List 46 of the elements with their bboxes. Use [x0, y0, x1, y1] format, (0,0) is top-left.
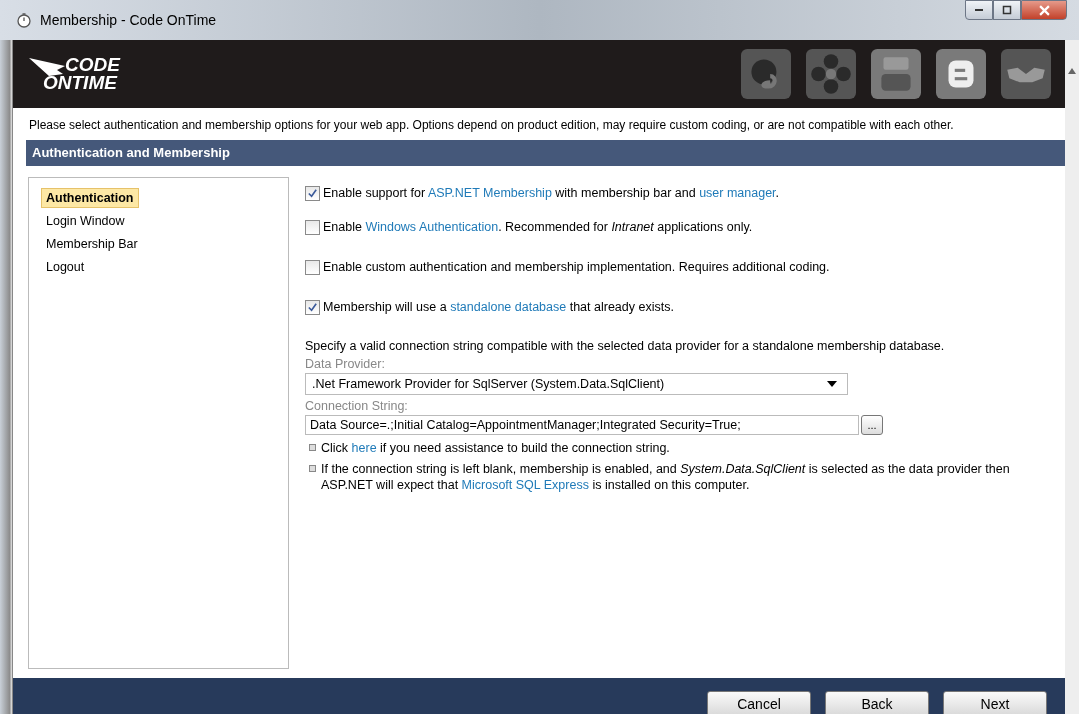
text-link[interactable]: Microsoft SQL Express — [461, 478, 589, 492]
bullet-icon — [309, 444, 316, 451]
checkbox[interactable] — [305, 299, 320, 315]
minimize-icon — [975, 9, 983, 11]
field-label: Connection String: — [305, 399, 409, 413]
intro-text: Please select authentication and membership options for your web app. Options depend on product edition, may require custom coding, or are not compatible with each other. — [29, 118, 955, 132]
option-label: Enable custom authentication and membership implementation. Requires additional coding. — [323, 260, 830, 274]
note-text: Click here if you need assistance to build the connection string. — [321, 440, 670, 456]
caret-icon — [827, 381, 837, 387]
checkbox[interactable] — [305, 219, 320, 235]
close-button[interactable] — [1021, 0, 1067, 20]
close-icon — [1038, 4, 1050, 16]
provider-dropdown[interactable]: .Net Framework Provider for SqlServer (System.Data.SqlClient) — [305, 373, 848, 395]
sidebar-item[interactable]: Membership Bar — [41, 234, 143, 254]
section-header: Authentication and Membership — [26, 140, 1065, 166]
wizard-button[interactable]: Back — [825, 691, 929, 714]
note-text: If the connection string is left blank, membership is enabled, and System.Data.SqlClient is selected as the data provider then ASP.NET will expect that Microsoft SQL Express is installed on this computer. — [321, 461, 1011, 493]
maximize-button[interactable] — [993, 0, 1021, 20]
option-label: Enable Windows Authentication. Recommended for Intranet applications only. — [323, 220, 753, 234]
maximize-icon — [1002, 5, 1012, 15]
hint-text: Specify a valid connection string compatible with the selected data provider for a standalone membership database. — [305, 339, 946, 353]
flower-icon[interactable] — [806, 49, 856, 99]
minimize-button[interactable] — [965, 0, 993, 20]
logo-text: ONTIME — [43, 74, 119, 92]
logo-text: CODE — [64, 56, 120, 74]
connection-string-field[interactable]: Data Source=.;Initial Catalog=AppointmentManager;Integrated Security=True; — [305, 415, 859, 435]
wizard-button[interactable]: Cancel — [707, 691, 811, 714]
browse-button[interactable]: ... — [861, 415, 883, 435]
scroll-up-icon — [1068, 68, 1076, 74]
stopwatch-icon — [16, 12, 32, 28]
bullet-icon — [309, 465, 316, 472]
wizard-button[interactable]: Next — [943, 691, 1047, 714]
checkbox[interactable] — [305, 185, 320, 201]
sidebar-item[interactable]: Login Window — [41, 211, 130, 231]
scrollbar[interactable] — [1065, 40, 1079, 714]
text-link[interactable]: user manager — [699, 186, 776, 200]
option-label: Enable support for ASP.NET Membership with membership bar and user manager. — [323, 186, 780, 200]
text-link[interactable]: here — [351, 441, 377, 455]
sidebar-item[interactable]: Authentication — [41, 188, 139, 208]
field-label: Data Provider: — [305, 357, 386, 371]
option-label: Membership will use a standalone database that already exists. — [323, 300, 674, 314]
text-link[interactable]: ASP.NET Membership — [427, 186, 552, 200]
checkbox[interactable] — [305, 259, 320, 275]
sidebar-item[interactable]: Logout — [41, 257, 90, 277]
window-title: Membership - Code OnTime — [40, 12, 217, 28]
text-link[interactable]: standalone database — [450, 300, 567, 314]
